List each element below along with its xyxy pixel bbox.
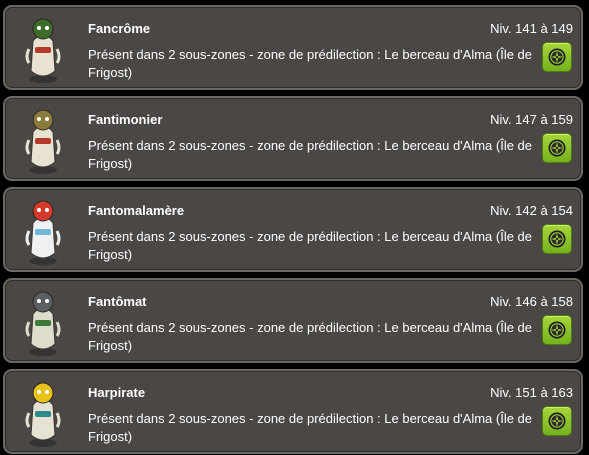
- show-location-button[interactable]: [542, 133, 572, 163]
- show-location-button[interactable]: [542, 406, 572, 436]
- monster-level-range: Niv. 146 à 158: [490, 294, 573, 309]
- monster-level-range: Niv. 151 à 163: [490, 385, 573, 400]
- show-location-button[interactable]: [542, 42, 572, 72]
- monster-card: Fantômat Niv. 146 à 158 Présent dans 2 sou…: [3, 278, 583, 363]
- monster-card: Harpirate Niv. 151 à 163 Présent dans 2 so…: [3, 369, 583, 454]
- fantomat-avatar-icon: [17, 284, 69, 358]
- monster-location-description: Présent dans 2 sous-zones - zone de préd…: [88, 411, 533, 444]
- harpirate-avatar-icon: [17, 375, 69, 449]
- monster-level-range: Niv. 147 à 159: [490, 112, 573, 127]
- monster-level-range: Niv. 142 à 154: [490, 203, 573, 218]
- monster-name: Fantomalamère: [88, 203, 185, 218]
- fantimonier-avatar-icon: [17, 102, 69, 176]
- fancrome-avatar-icon: [17, 11, 69, 85]
- monster-location-description: Présent dans 2 sous-zones - zone de préd…: [88, 47, 533, 80]
- monster-card: Fancrôme Niv. 141 à 149 Présent dans 2 sou…: [3, 5, 583, 90]
- monster-card: Fantimonier Niv. 147 à 159 Présent dans 2 …: [3, 96, 583, 181]
- monster-list: Fancrôme Niv. 141 à 149 Présent dans 2 sou…: [0, 0, 589, 455]
- monster-name: Fancrôme: [88, 21, 151, 36]
- show-location-button[interactable]: [542, 315, 572, 345]
- monster-level-range: Niv. 141 à 149: [490, 21, 573, 36]
- monster-location-description: Présent dans 2 sous-zones - zone de préd…: [88, 138, 533, 171]
- monster-name: Fantimonier: [88, 112, 163, 127]
- monster-card: Fantomalamère Niv. 142 à 154 Présent dans …: [3, 187, 583, 272]
- monster-name: Harpirate: [88, 385, 146, 400]
- show-location-button[interactable]: [542, 224, 572, 254]
- monster-location-description: Présent dans 2 sous-zones - zone de préd…: [88, 320, 533, 353]
- monster-location-description: Présent dans 2 sous-zones - zone de préd…: [88, 229, 533, 262]
- fantomalamere-avatar-icon: [17, 193, 69, 267]
- monster-name: Fantômat: [88, 294, 147, 309]
